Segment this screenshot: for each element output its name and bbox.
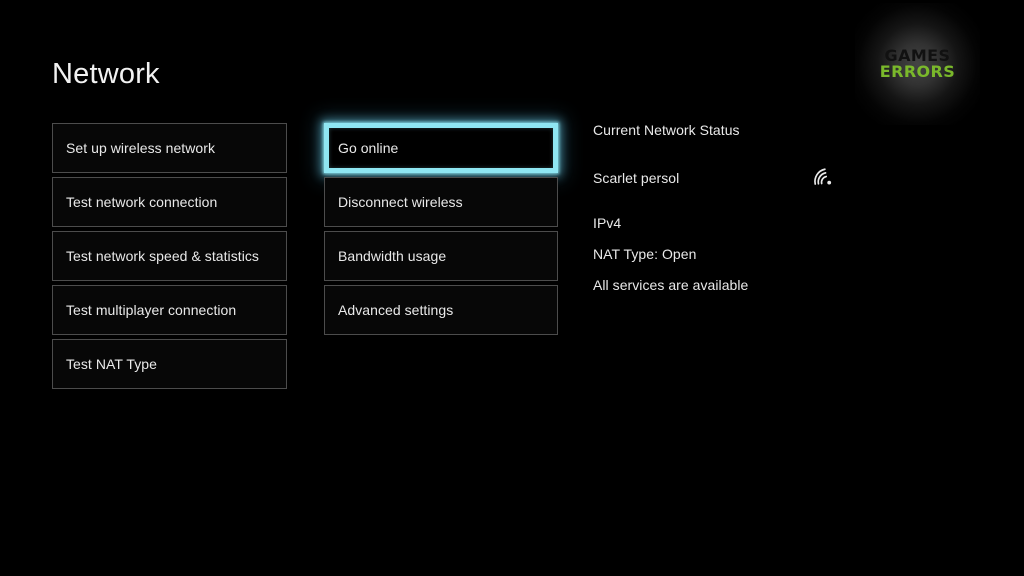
menu-item-label: Test network speed & statistics — [66, 248, 259, 264]
logo-text: GAMES ERRORS — [879, 47, 956, 81]
menu-item-advanced-settings[interactable]: Advanced settings — [324, 285, 558, 335]
page-title: Network — [52, 58, 160, 90]
menu-item-test-network-speed-statistics[interactable]: Test network speed & statistics — [52, 231, 287, 281]
menu-item-label: Bandwidth usage — [338, 248, 447, 264]
network-status-panel: Current Network Status Scarlet persol IP… — [593, 123, 843, 292]
nat-type-value: NAT Type: Open — [593, 246, 697, 262]
primary-menu-list: Set up wireless network Test network con… — [52, 123, 287, 389]
watermark-logo: GAMES ERRORS — [855, 3, 980, 125]
menu-item-label: Go online — [338, 140, 399, 156]
menu-item-label: Advanced settings — [338, 302, 454, 318]
menu-item-label: Test network connection — [66, 194, 218, 210]
menu-item-test-multiplayer-connection[interactable]: Test multiplayer connection — [52, 285, 287, 335]
logo-line-errors: ERRORS — [879, 62, 956, 81]
secondary-menu-list: Go online Disconnect wireless Bandwidth … — [324, 123, 558, 335]
wifi-signal-icon — [813, 168, 835, 188]
services-availability-value: All services are available — [593, 277, 749, 293]
menu-item-label: Test NAT Type — [66, 356, 157, 372]
menu-item-set-up-wireless-network[interactable]: Set up wireless network — [52, 123, 287, 173]
menu-item-label: Set up wireless network — [66, 140, 215, 156]
connected-network-row: Scarlet persol — [593, 168, 843, 188]
status-heading: Current Network Status — [593, 122, 740, 138]
menu-item-label: Disconnect wireless — [338, 194, 463, 210]
menu-item-disconnect-wireless[interactable]: Disconnect wireless — [324, 177, 558, 227]
menu-item-test-network-connection[interactable]: Test network connection — [52, 177, 287, 227]
menu-item-bandwidth-usage[interactable]: Bandwidth usage — [324, 231, 558, 281]
menu-item-label: Test multiplayer connection — [66, 302, 237, 318]
connected-ssid: Scarlet persol — [593, 170, 680, 186]
menu-item-test-nat-type[interactable]: Test NAT Type — [52, 339, 287, 389]
menu-item-go-online[interactable]: Go online — [324, 123, 558, 173]
ip-version-value: IPv4 — [593, 215, 622, 231]
